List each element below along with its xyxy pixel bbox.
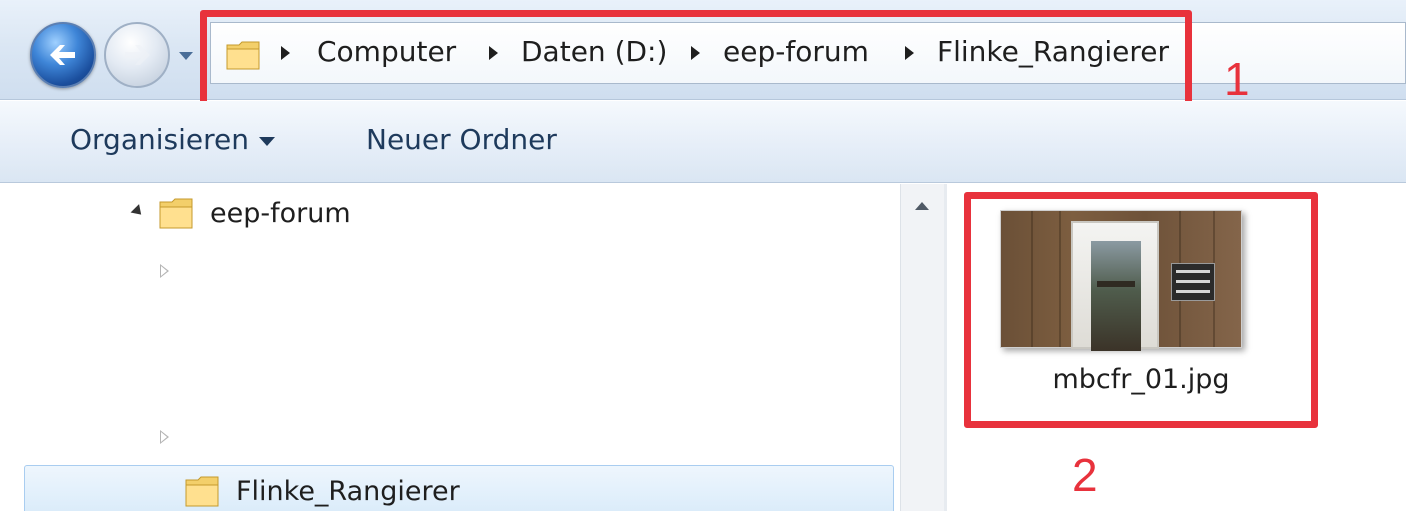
navigation-pane xyxy=(0,184,900,511)
organize-label: Organisieren xyxy=(70,123,249,156)
caret-down-icon xyxy=(258,136,275,146)
annotation-label-2: 2 xyxy=(1072,449,1098,501)
folder-icon xyxy=(185,476,219,507)
scroll-up-arrow-icon[interactable] xyxy=(915,202,929,210)
chevron-down-icon xyxy=(179,52,193,60)
new-folder-button[interactable]: Neuer Ordner xyxy=(366,123,557,156)
back-arrow-icon xyxy=(50,45,75,65)
tree-label-eep-forum: eep-forum xyxy=(210,198,351,229)
annotation-label-1: 1 xyxy=(1224,53,1250,105)
organize-menu-button[interactable]: Organisieren xyxy=(70,123,275,156)
annotation-box-2 xyxy=(964,192,1318,428)
folder-icon xyxy=(159,198,193,229)
navigation-scrollbar[interactable] xyxy=(900,184,944,511)
tree-collapsed-arrow-icon[interactable] xyxy=(160,264,169,278)
forward-arrow-icon xyxy=(125,45,150,65)
forward-button[interactable] xyxy=(104,22,170,88)
back-button[interactable] xyxy=(30,22,96,88)
recent-pages-dropdown[interactable] xyxy=(176,48,196,64)
command-bar: Organisieren Neuer Ordner xyxy=(0,101,1406,183)
tree-label-flinke-rangierer: Flinke_Rangierer xyxy=(236,476,460,507)
tree-collapsed-arrow-icon[interactable] xyxy=(160,430,169,444)
